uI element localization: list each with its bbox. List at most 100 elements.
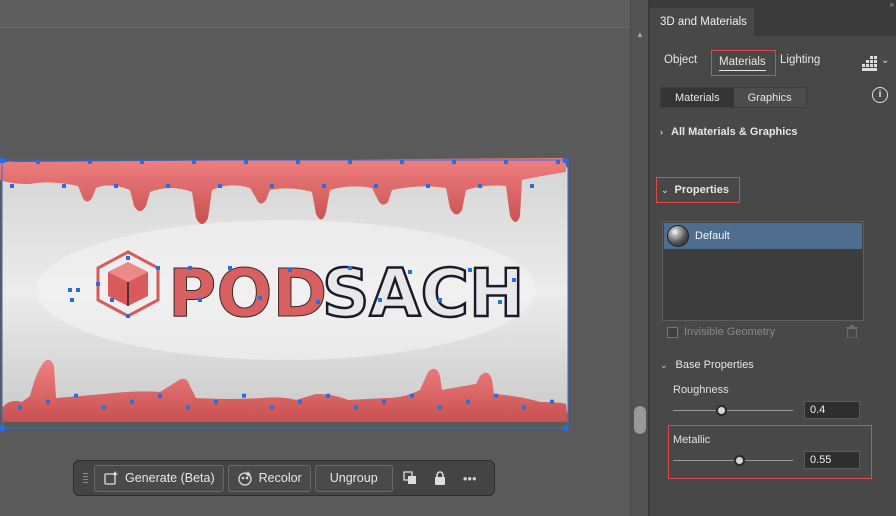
tab-materials[interactable]: Materials [711,50,776,76]
toolbar-grip-handle[interactable] [80,468,90,488]
tab-lighting[interactable]: Lighting [780,54,820,66]
scroll-up-arrow-icon[interactable]: ▲ [634,30,646,40]
anchor-point[interactable] [426,184,430,188]
grid-icon[interactable] [861,55,877,71]
lock-button[interactable] [427,465,453,492]
anchor-point[interactable] [522,405,526,410]
roughness-value-field[interactable]: 0.4 [804,401,860,419]
anchor-point[interactable] [88,160,92,164]
anchor-point[interactable] [512,278,516,282]
anchor-point[interactable] [114,184,118,188]
all-materials-graphics-section[interactable]: › All Materials & Graphics [660,126,798,138]
anchor-point[interactable] [192,160,196,164]
segment-materials[interactable]: Materials [661,88,734,107]
anchor-point[interactable] [126,314,130,318]
anchor-point[interactable] [110,298,114,302]
anchor-point[interactable] [62,184,66,188]
info-icon[interactable]: i [872,87,888,103]
anchor-point[interactable] [130,399,134,404]
properties-section-header[interactable]: ⌄ Properties [656,177,740,203]
anchor-point[interactable] [478,184,482,188]
anchor-point[interactable] [198,298,202,302]
anchor-point[interactable] [218,184,222,188]
canvas-vertical-scrollbar[interactable]: ▲ [630,0,648,516]
canvas-area[interactable]: POD SACH Generate (Beta) Recolor Ungroup [0,0,630,516]
anchor-point[interactable] [36,160,40,164]
segment-graphics[interactable]: Graphics [733,88,806,107]
metallic-slider-thumb[interactable] [733,455,745,466]
anchor-point[interactable] [186,405,190,410]
anchor-point[interactable] [498,300,502,304]
anchor-point[interactable] [550,399,554,404]
anchor-point[interactable] [438,298,442,302]
anchor-point[interactable] [400,160,404,164]
anchor-point[interactable] [504,160,508,164]
roughness-slider-thumb[interactable] [715,405,727,416]
anchor-point[interactable] [378,298,382,302]
anchor-point[interactable] [438,405,442,410]
arrange-button[interactable] [397,465,423,492]
properties-label: Properties [674,184,729,196]
anchor-point[interactable] [270,184,274,188]
metallic-value-field[interactable]: 0.55 [804,451,860,469]
anchor-point[interactable] [46,399,50,404]
anchor-point[interactable] [468,268,472,272]
anchor-point[interactable] [96,282,100,286]
anchor-point[interactable] [354,405,358,410]
anchor-point[interactable] [348,266,352,270]
panel-tab-3d-materials[interactable]: 3D and Materials [650,8,754,36]
chevron-down-icon: ⌄ [661,184,669,195]
anchor-point[interactable] [244,160,248,164]
anchor-point[interactable] [296,160,300,164]
recolor-button[interactable]: Recolor [227,464,311,492]
anchor-point[interactable] [408,270,412,274]
anchor-point[interactable] [166,184,170,188]
anchor-point[interactable] [242,393,246,398]
anchor-point[interactable] [140,160,144,164]
anchor-point[interactable] [158,393,162,398]
anchor-point[interactable] [530,184,534,188]
anchor-point[interactable] [316,300,320,304]
artwork-3d-logo[interactable]: POD SACH [0,150,572,435]
generate-beta-button[interactable]: Generate (Beta) [94,464,224,492]
anchor-point[interactable] [102,405,106,410]
tab-object[interactable]: Object [664,54,697,66]
anchor-point[interactable] [382,399,386,404]
anchor-point[interactable] [18,405,22,410]
recolor-label: Recolor [258,471,302,485]
anchor-point[interactable] [70,298,74,302]
anchor-point[interactable] [76,288,80,292]
more-options-button[interactable]: ••• [457,465,483,492]
ungroup-button[interactable]: Ungroup [314,464,393,492]
anchor-point[interactable] [270,405,274,410]
anchor-point[interactable] [494,393,498,398]
material-item-default[interactable]: Default [664,223,862,249]
scroll-thumb[interactable] [634,406,646,434]
anchor-point[interactable] [188,266,192,270]
base-properties-header[interactable]: ⌄ Base Properties [660,359,754,371]
anchor-point[interactable] [298,399,302,404]
anchor-point[interactable] [258,296,262,300]
anchor-point[interactable] [214,399,218,404]
anchor-point[interactable] [326,393,330,398]
anchor-point[interactable] [410,393,414,398]
anchor-point[interactable] [68,288,72,292]
collapse-panel-icon[interactable]: » [890,0,894,9]
anchor-point[interactable] [322,184,326,188]
anchor-point[interactable] [374,184,378,188]
trash-icon[interactable] [846,325,858,338]
anchor-point[interactable] [466,399,470,404]
anchor-point[interactable] [288,268,292,272]
roughness-slider-track[interactable] [673,410,793,411]
anchor-point[interactable] [228,266,232,270]
anchor-point[interactable] [348,160,352,164]
material-list: Default [662,221,864,321]
anchor-point[interactable] [10,184,14,188]
anchor-point[interactable] [452,160,456,164]
anchor-point[interactable] [126,256,130,260]
invisible-geometry-checkbox[interactable] [667,326,678,338]
anchor-point[interactable] [74,393,78,398]
anchor-point[interactable] [556,160,560,164]
chevron-down-icon[interactable]: ⌄ [881,55,889,66]
anchor-point[interactable] [156,266,160,270]
